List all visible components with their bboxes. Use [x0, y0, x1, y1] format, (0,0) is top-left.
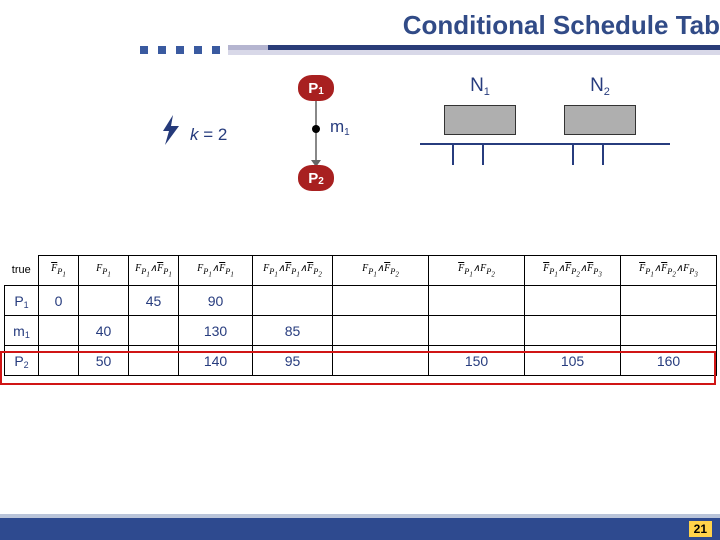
table-cell	[333, 346, 429, 376]
edge-label: m1	[330, 117, 350, 137]
table-cell	[621, 316, 717, 346]
table-cell	[129, 346, 179, 376]
node-p2: P2	[298, 165, 334, 191]
header-formula: FP1∧FP2∧FP3	[621, 256, 717, 286]
edge-midpoint-icon	[312, 125, 320, 133]
table-cell: 150	[429, 346, 525, 376]
table-cell: 140	[179, 346, 253, 376]
table-cell	[129, 316, 179, 346]
table-cell: 45	[129, 286, 179, 316]
table-cell: 40	[79, 316, 129, 346]
row-label: P2	[5, 346, 39, 376]
title-underline	[140, 45, 720, 55]
header-formula: FP1∧FP1	[179, 256, 253, 286]
proc-n2-box	[564, 105, 636, 135]
page-title: Conditional Schedule Tab	[0, 0, 720, 45]
row-label: m1	[5, 316, 39, 346]
table-cell: 90	[179, 286, 253, 316]
table-cell	[79, 286, 129, 316]
table-row: P2 50 14095 150105160	[5, 346, 717, 376]
row-label: P1	[5, 286, 39, 316]
node-p1: P1	[298, 75, 334, 101]
proc-n2-label: N2	[550, 75, 650, 97]
table-cell: 105	[525, 346, 621, 376]
table-cell	[429, 286, 525, 316]
table-row: P10 4590	[5, 286, 717, 316]
edge-line	[315, 99, 317, 169]
header-formula: FP1∧FP1	[129, 256, 179, 286]
schedule-table: true FP1 FP1 FP1∧FP1 FP1∧FP1 FP1∧FP1∧FP2…	[4, 255, 717, 376]
table-row: m1 40 13085	[5, 316, 717, 346]
proc-n1-box	[444, 105, 516, 135]
table-cell	[333, 286, 429, 316]
table-cell: 50	[79, 346, 129, 376]
table-header-row: true FP1 FP1 FP1∧FP1 FP1∧FP1 FP1∧FP1∧FP2…	[5, 256, 717, 286]
table-cell	[525, 316, 621, 346]
table-cell	[253, 286, 333, 316]
table-cell: 160	[621, 346, 717, 376]
architecture-diagram: N1 N2	[410, 75, 665, 195]
schedule-table-wrap: true FP1 FP1 FP1∧FP1 FP1∧FP1 FP1∧FP1∧FP2…	[0, 255, 720, 376]
table-cell: 0	[39, 286, 79, 316]
header-formula: FP1∧FP2	[333, 256, 429, 286]
table-cell	[525, 286, 621, 316]
k-label: k = 2	[190, 125, 227, 145]
header-formula: FP1	[39, 256, 79, 286]
proc-n1-label: N1	[430, 75, 530, 97]
page-number: 21	[689, 521, 712, 537]
header-formula: FP1	[79, 256, 129, 286]
header-true: true	[5, 256, 39, 286]
header-formula: FP1∧FP2	[429, 256, 525, 286]
table-cell: 130	[179, 316, 253, 346]
table-cell: 95	[253, 346, 333, 376]
table-cell	[429, 316, 525, 346]
header-formula: FP1∧FP2∧FP3	[525, 256, 621, 286]
table-cell	[333, 316, 429, 346]
table-cell	[621, 286, 717, 316]
table-cell	[39, 346, 79, 376]
graph-diagram: k = 2 P1 m1 P2 N1 N2	[0, 75, 720, 245]
header-formula: FP1∧FP1∧FP2	[253, 256, 333, 286]
table-cell	[39, 316, 79, 346]
table-cell: 85	[253, 316, 333, 346]
lightning-icon	[160, 115, 182, 152]
slide-footer: 21	[0, 510, 720, 540]
